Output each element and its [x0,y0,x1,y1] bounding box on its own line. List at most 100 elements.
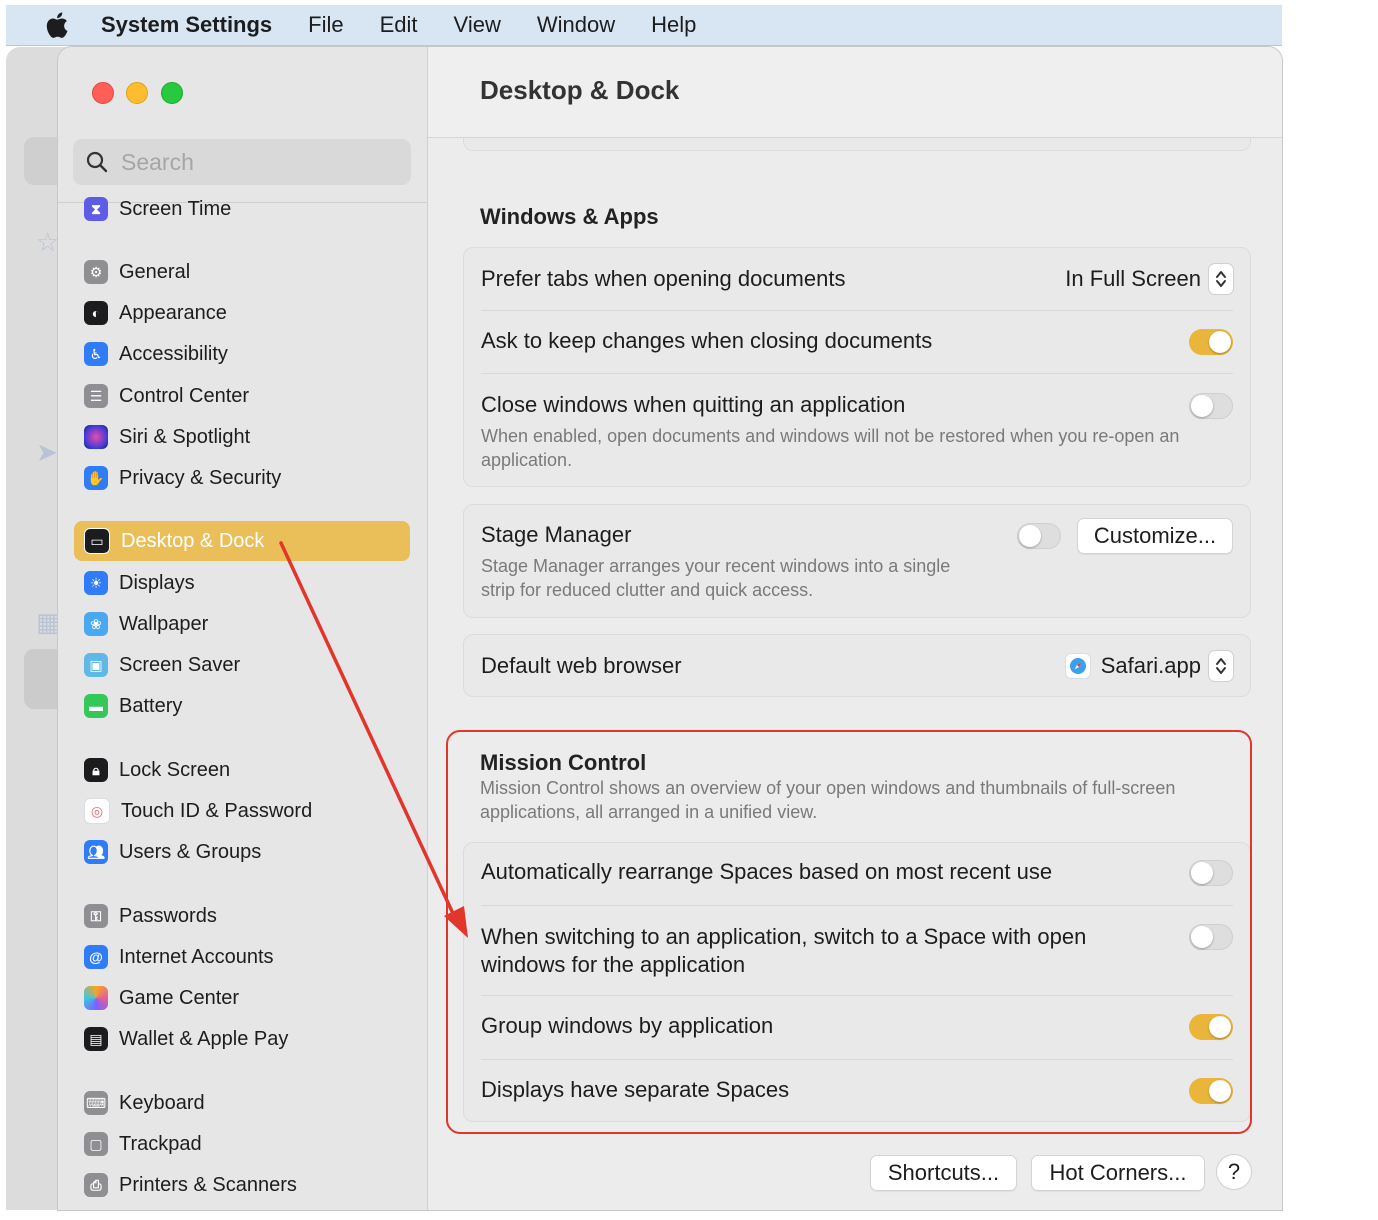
default-browser-value: Safari.app [1100,653,1201,678]
search-field[interactable] [73,139,411,185]
menu-help[interactable]: Help [651,12,696,38]
sidebar-item-appearance[interactable]: ◐ Appearance [74,293,410,333]
control-center-icon: ☰ [84,384,108,408]
fingerprint-icon: ◎ [84,798,110,824]
windows-apps-card: Prefer tabs when opening documents In Fu… [463,247,1251,487]
flower-icon: ❀ [84,612,108,636]
prefer-tabs-popup[interactable]: In Full Screen [1065,264,1233,294]
sidebar-item-siri-spotlight[interactable]: Siri & Spotlight [74,417,410,457]
sidebar: ⧗ Screen Time ⚙ General ◐ Appearance ♿ A… [58,47,428,1210]
close-windows-label: Close windows when quitting an applicati… [481,392,906,417]
sidebar-item-label: General [119,260,191,283]
previous-card-edge [463,138,1251,151]
sidebar-item-printers[interactable]: ⎙ Printers & Scanners [74,1165,410,1205]
prefer-tabs-label: Prefer tabs when opening documents [481,266,846,291]
sidebar-item-label: Battery [119,694,183,717]
ask-keep-toggle[interactable] [1189,329,1233,355]
printer-icon: ⎙ [84,1173,108,1197]
sidebar-item-screen-saver[interactable]: ▣ Screen Saver [74,645,410,685]
search-icon [86,151,108,173]
background-window: ☆ ➤ ▦ [6,47,74,1210]
search-input[interactable] [119,147,393,177]
sidebar-item-label: Internet Accounts [119,945,274,968]
battery-icon: ▬ [84,694,108,718]
game-center-icon [84,986,108,1010]
row-separator [481,373,1233,374]
sidebar-item-internet-accounts[interactable]: @ Internet Accounts [74,937,410,977]
sidebar-item-trackpad[interactable]: ▢ Trackpad [74,1124,410,1164]
menu-file[interactable]: File [308,12,343,38]
stage-manager-row: Stage Manager Stage Manager arranges you… [481,518,1233,602]
sidebar-item-label: Displays [119,571,195,594]
accessibility-icon: ♿ [84,342,108,366]
trackpad-icon: ▢ [84,1132,108,1156]
sidebar-item-game-center[interactable]: Game Center [74,978,410,1018]
menu-view[interactable]: View [454,12,501,38]
ask-keep-row: Ask to keep changes when closing documen… [481,328,1233,358]
minimize-window-button[interactable] [126,82,148,104]
zoom-window-button[interactable] [161,82,183,104]
help-button[interactable]: ? [1216,1154,1252,1190]
sidebar-item-label: Printers & Scanners [119,1173,297,1196]
menu-edit[interactable]: Edit [380,12,418,38]
close-window-button[interactable] [92,82,114,104]
at-icon: @ [84,945,108,969]
appearance-icon: ◐ [84,301,108,325]
stage-manager-toggle[interactable] [1017,523,1061,549]
sidebar-item-label: Appearance [119,301,227,324]
sidebar-item-label: Wallet & Apple Pay [119,1027,289,1050]
sidebar-item-displays[interactable]: ☀ Displays [74,563,410,603]
sidebar-item-label: Passwords [119,904,217,927]
menu-app-name[interactable]: System Settings [101,12,272,38]
sidebar-item-wallet[interactable]: ▤ Wallet & Apple Pay [74,1019,410,1059]
default-browser-row: Default web browser Safari.app [481,651,1233,681]
mission-control-highlight-box [446,730,1252,1134]
close-windows-description: When enabled, open documents and windows… [481,426,1180,470]
menu-bar: System Settings File Edit View Window He… [6,5,1282,46]
key-icon: ⚿ [84,904,108,928]
lock-icon: 🔒︎ [84,758,108,782]
menu-window[interactable]: Window [537,12,615,38]
hot-corners-button[interactable]: Hot Corners... [1031,1155,1205,1191]
sidebar-item-label: Control Center [119,384,250,407]
wallet-icon: ▤ [84,1027,108,1051]
sidebar-item-label: Screen Saver [119,653,241,676]
sidebar-item-desktop-dock[interactable]: ▭ Desktop & Dock [74,521,410,561]
sidebar-item-label: Siri & Spotlight [119,425,251,448]
dock-icon: ▭ [84,528,110,554]
sidebar-item-battery[interactable]: ▬ Battery [74,686,410,726]
shortcuts-button[interactable]: Shortcuts... [870,1155,1017,1191]
sidebar-item-passwords[interactable]: ⚿ Passwords [74,896,410,936]
sidebar-item-control-center[interactable]: ☰ Control Center [74,376,410,416]
sidebar-item-label: Game Center [119,986,240,1009]
sidebar-item-privacy-security[interactable]: ✋ Privacy & Security [74,458,410,498]
close-windows-row: Close windows when quitting an applicati… [481,392,1233,472]
prefer-tabs-row: Prefer tabs when opening documents In Fu… [481,264,1233,294]
close-windows-toggle[interactable] [1189,393,1233,419]
customize-button[interactable]: Customize... [1077,518,1233,554]
sidebar-item-users-groups[interactable]: 👥︎ Users & Groups [74,832,410,872]
sidebar-item-screen-time[interactable]: ⧗ Screen Time [74,189,410,229]
row-separator [481,310,1233,311]
default-browser-popup[interactable]: Safari.app [1064,651,1233,681]
screen-saver-icon: ▣ [84,653,108,677]
sidebar-item-label: Touch ID & Password [121,799,313,822]
stage-manager-card: Stage Manager Stage Manager arranges you… [463,504,1251,618]
chevron-updown-icon [1209,264,1233,294]
sidebar-item-label: Wallpaper [119,612,209,635]
apple-logo-icon[interactable] [43,10,69,40]
title-bar: Desktop & Dock [428,47,1282,138]
sidebar-item-keyboard[interactable]: ⌨ Keyboard [74,1083,410,1123]
hourglass-icon: ⧗ [84,197,108,221]
hand-icon: ✋ [84,466,108,490]
sidebar-item-wallpaper[interactable]: ❀ Wallpaper [74,604,410,644]
sidebar-item-accessibility[interactable]: ♿ Accessibility [74,334,410,374]
section-title-windows-apps: Windows & Apps [480,204,659,229]
sidebar-item-general[interactable]: ⚙ General [74,252,410,292]
sidebar-item-lock-screen[interactable]: 🔒︎ Lock Screen [74,750,410,790]
sidebar-item-touch-id[interactable]: ◎ Touch ID & Password [74,791,410,831]
gear-icon: ⚙ [84,260,108,284]
sidebar-item-label: Desktop & Dock [121,529,265,552]
keyboard-icon: ⌨ [84,1091,108,1115]
sidebar-item-label: Screen Time [119,197,232,220]
